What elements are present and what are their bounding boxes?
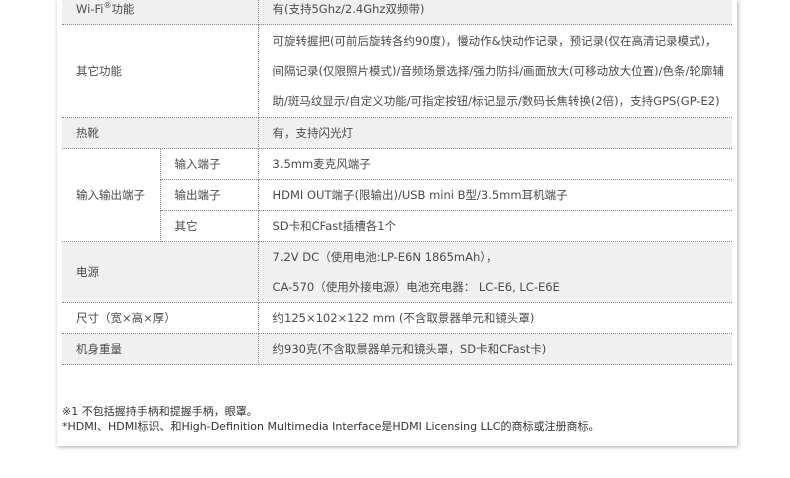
footnotes: ※1 不包括握持手柄和提握手柄，眼罩。 *HDMI、HDMI标识、和High-D… bbox=[62, 404, 599, 434]
spec-label-io: 输入输出端子 bbox=[62, 148, 161, 242]
spec-label-hotshoe: 热靴 bbox=[62, 117, 259, 149]
spec-card: Wi-Fi®功能 有(支持5Ghz/2.4Ghz双频带) 其它功能 可旋转握把(… bbox=[57, 0, 737, 446]
spec-value-weight: 约930克(不含取景器单元和镜头罩，SD卡和CFast卡) bbox=[258, 333, 732, 365]
spec-value-power: 7.2V DC（使用电池:LP-E6N 1865mAh）， CA-570（使用外接… bbox=[258, 241, 732, 303]
spec-label-power: 电源 bbox=[62, 241, 259, 303]
footnote-2: *HDMI、HDMI标识、和High-Definition Multimedia… bbox=[62, 420, 600, 433]
spec-sublabel-input: 输入端子 bbox=[160, 148, 259, 180]
spec-value-size: 约125×102×122 mm (不含取景器单元和镜头罩) bbox=[258, 302, 732, 334]
spec-table: Wi-Fi®功能 有(支持5Ghz/2.4Ghz双频带) 其它功能 可旋转握把(… bbox=[62, 0, 732, 365]
spec-value-wifi: 有(支持5Ghz/2.4Ghz双频带) bbox=[258, 0, 732, 25]
spec-row-size: 尺寸（宽×高×厚） 约125×102×122 mm (不含取景器单元和镜头罩) bbox=[62, 302, 732, 334]
spec-value-input: 3.5mm麦克风端子 bbox=[258, 148, 732, 180]
spec-label-wifi: Wi-Fi®功能 bbox=[62, 0, 259, 25]
spec-row-hotshoe: 热靴 有，支持闪光灯 bbox=[62, 117, 732, 149]
spec-value-other: 可旋转握把(可前后旋转各约90度)，慢动作&快动作记录，预记录(仅在高清记录模式… bbox=[258, 24, 732, 118]
spec-row-power: 电源 7.2V DC（使用电池:LP-E6N 1865mAh）， CA-570（使… bbox=[62, 241, 732, 303]
spec-value-power-line1: 7.2V DC（使用电池:LP-E6N 1865mAh）， bbox=[272, 250, 498, 264]
spec-label-other: 其它功能 bbox=[62, 24, 259, 118]
spec-row-io-input: 输入输出端子 输入端子 3.5mm麦克风端子 bbox=[62, 148, 732, 242]
spec-sublabel-other: 其它 bbox=[160, 210, 259, 242]
spec-row-other: 其它功能 可旋转握把(可前后旋转各约90度)，慢动作&快动作记录，预记录(仅在高… bbox=[62, 24, 732, 118]
spec-label-weight: 机身重量 bbox=[62, 333, 259, 365]
spec-row-wifi: Wi-Fi®功能 有(支持5Ghz/2.4Ghz双频带) bbox=[62, 0, 732, 25]
spec-row-io-other: 其它 SD卡和CFast插槽各1个 bbox=[62, 210, 732, 242]
spec-value-io-other: SD卡和CFast插槽各1个 bbox=[258, 210, 732, 242]
spec-label-size: 尺寸（宽×高×厚） bbox=[62, 302, 259, 334]
spec-sublabel-output: 输出端子 bbox=[160, 179, 259, 211]
spec-row-weight: 机身重量 约930克(不含取景器单元和镜头罩，SD卡和CFast卡) bbox=[62, 333, 732, 365]
spec-row-io-output: 输出端子 HDMI OUT端子(限输出)/USB mini B型/3.5mm耳机… bbox=[62, 179, 732, 211]
spec-value-hotshoe: 有，支持闪光灯 bbox=[258, 117, 732, 149]
spec-value-output: HDMI OUT端子(限输出)/USB mini B型/3.5mm耳机端子 bbox=[258, 179, 732, 211]
spec-value-power-line2: CA-570（使用外接电源）电池充电器： LC-E6, LC-E6E bbox=[272, 280, 560, 294]
footnote-1: ※1 不包括握持手柄和提握手柄，眼罩。 bbox=[62, 405, 258, 418]
